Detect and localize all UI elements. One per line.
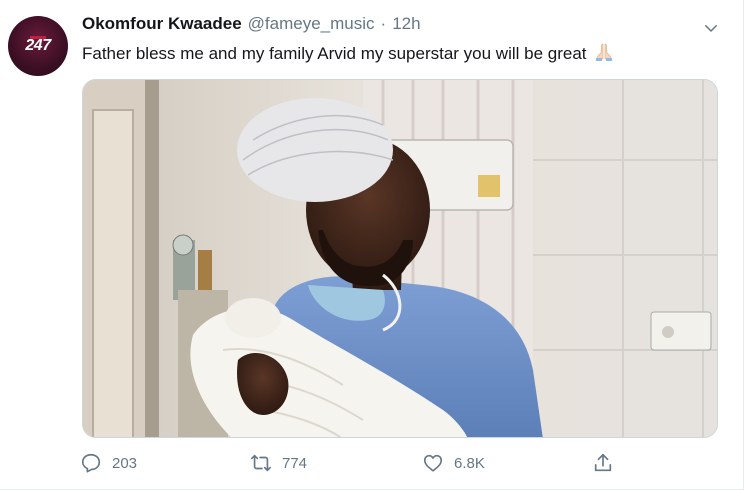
share-icon <box>594 453 612 472</box>
avatar[interactable]: 247 <box>8 16 68 76</box>
like-button[interactable]: 6.8K <box>422 448 485 478</box>
tweet-body: Father bless me and my family Arvid my s… <box>82 44 587 63</box>
reply-icon <box>81 453 101 473</box>
tweet-photo[interactable] <box>82 79 718 438</box>
tweet-text: Father bless me and my family Arvid my s… <box>82 42 723 66</box>
retweet-icon <box>251 454 271 472</box>
avatar-accent <box>30 36 46 39</box>
avatar-logo-text: 247 <box>25 37 51 54</box>
retweet-count: 774 <box>282 454 308 472</box>
header-separator: · <box>380 14 387 33</box>
more-options-button[interactable] <box>699 16 723 40</box>
share-button[interactable] <box>592 448 614 478</box>
tweet-header: Okomfour Kwaadee @fameye_music · 12h <box>82 14 683 38</box>
retweet-button[interactable]: 774 <box>250 448 307 478</box>
author-display-name[interactable]: Okomfour Kwaadee <box>82 14 242 34</box>
reply-button[interactable]: 203 <box>80 448 137 478</box>
tweet-timestamp[interactable]: 12h <box>392 14 420 34</box>
tweet-actions: 203 774 6.8K <box>80 448 620 478</box>
like-count: 6.8K <box>454 454 485 472</box>
chevron-down-icon <box>705 25 717 32</box>
heart-icon <box>423 454 443 472</box>
author-handle[interactable]: @fameye_music <box>248 14 375 34</box>
folded-hands-icon <box>596 43 613 61</box>
photo-newborn-with-father <box>83 80 717 437</box>
tweet-card[interactable]: 247 Okomfour Kwaadee @fameye_music · 12h… <box>0 0 744 490</box>
reply-count: 203 <box>112 454 138 472</box>
